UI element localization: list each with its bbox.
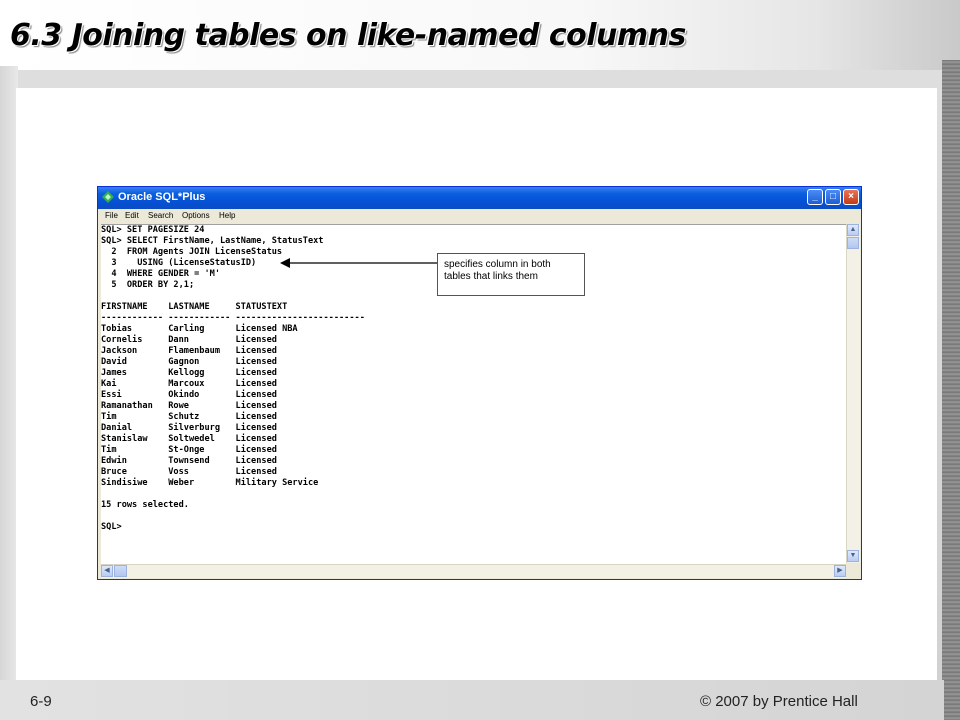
- close-button[interactable]: ×: [843, 189, 859, 205]
- console-line: ------------ ------------ --------------…: [101, 313, 365, 323]
- menu-bar: File Edit Search Options Help: [98, 209, 861, 224]
- window-title: Oracle SQL*Plus: [118, 191, 206, 203]
- oracle-app-icon: [102, 191, 114, 203]
- scroll-up-button[interactable]: ▲: [847, 224, 859, 236]
- slide-title: 6.3 Joining tables on like-named columns: [10, 18, 686, 53]
- minimize-icon: _: [812, 191, 818, 202]
- menu-search[interactable]: Search: [148, 211, 173, 220]
- console-line: Jackson Flamenbaum Licensed: [101, 346, 277, 356]
- copyright-notice: © 2007 by Prentice Hall: [700, 693, 858, 710]
- maximize-icon: □: [829, 191, 837, 202]
- horizontal-scroll-thumb[interactable]: [114, 565, 127, 577]
- console-line: 4 WHERE GENDER = 'M': [101, 269, 220, 279]
- chevron-right-icon: ▶: [837, 567, 843, 574]
- slide-number: 6-9: [30, 693, 52, 710]
- console-line: Essi Okindo Licensed: [101, 390, 277, 400]
- console-line: SQL>: [101, 522, 122, 532]
- console-line: Tobias Carling Licensed NBA: [101, 324, 298, 334]
- console-line: 5 ORDER BY 2,1;: [101, 280, 195, 290]
- console-line: SQL> SET PAGESIZE 24: [101, 225, 205, 235]
- minimize-button[interactable]: _: [807, 189, 823, 205]
- window-titlebar[interactable]: Oracle SQL*Plus _ □ ×: [98, 187, 861, 209]
- console-line: FIRSTNAME LASTNAME STATUSTEXT: [101, 302, 288, 312]
- console-line: SQL> SELECT FirstName, LastName, StatusT…: [101, 236, 324, 246]
- menu-edit[interactable]: Edit: [125, 211, 139, 220]
- chevron-up-icon: ▲: [849, 226, 857, 233]
- scroll-right-button[interactable]: ▶: [834, 565, 846, 577]
- console-line: 3 USING (LicenseStatusID): [101, 258, 257, 268]
- sqlplus-window[interactable]: Oracle SQL*Plus _ □ × File Edit Search O…: [97, 186, 862, 580]
- console-line: 2 FROM Agents JOIN LicenseStatus: [101, 247, 283, 257]
- horizontal-scrollbar[interactable]: ◀ ▶: [101, 564, 846, 578]
- console-line: Tim Schutz Licensed: [101, 412, 277, 422]
- console-line: 15 rows selected.: [101, 500, 189, 510]
- callout-text: specifies column in both tables that lin…: [444, 259, 551, 282]
- chevron-down-icon: ▼: [849, 552, 857, 559]
- menu-options[interactable]: Options: [182, 211, 210, 220]
- chevron-left-icon: ◀: [104, 567, 110, 574]
- menu-help[interactable]: Help: [219, 211, 235, 220]
- close-icon: ×: [848, 191, 854, 202]
- console-line: Stanislaw Soltwedel Licensed: [101, 434, 277, 444]
- console-line: Edwin Townsend Licensed: [101, 456, 277, 466]
- console-line: Danial Silverburg Licensed: [101, 423, 277, 433]
- console-line: Bruce Voss Licensed: [101, 467, 277, 477]
- slide-right-strip: [942, 60, 960, 720]
- callout-arrow: [280, 258, 437, 268]
- scroll-down-button[interactable]: ▼: [847, 550, 859, 562]
- maximize-button[interactable]: □: [825, 189, 841, 205]
- vertical-scrollbar[interactable]: ▲ ▼: [846, 224, 860, 563]
- scroll-left-button[interactable]: ◀: [101, 565, 113, 577]
- console-line: Cornelis Dann Licensed: [101, 335, 277, 345]
- vertical-scroll-thumb[interactable]: [847, 237, 859, 249]
- console-line: Ramanathan Rowe Licensed: [101, 401, 277, 411]
- console-line: Tim St-Onge Licensed: [101, 445, 277, 455]
- console-line: David Gagnon Licensed: [101, 357, 277, 367]
- console-line: Kai Marcoux Licensed: [101, 379, 277, 389]
- console-line: Sindisiwe Weber Military Service: [101, 478, 319, 488]
- annotation-callout: specifies column in both tables that lin…: [437, 253, 585, 296]
- console-line: James Kellogg Licensed: [101, 368, 277, 378]
- menu-file[interactable]: File: [105, 211, 118, 220]
